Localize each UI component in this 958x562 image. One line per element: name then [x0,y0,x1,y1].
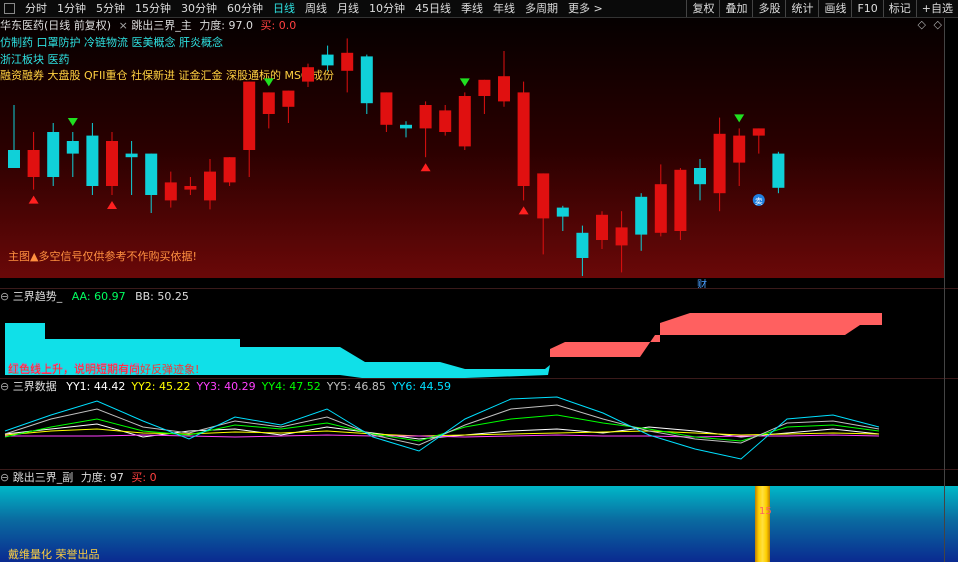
data-panel[interactable]: ⊖ 三界数据 YY1: 44.42 YY2: 45.22 YY3: 40.29 YY4… [0,379,944,469]
candle-body [713,133,726,194]
toolbar-button[interactable]: 标记 [882,0,916,17]
candle-body [674,169,687,231]
toolbar-right-buttons: 复权 叠加 多股 统计 画线 F10 标记 +自选 [686,0,958,17]
candle-body [184,186,197,190]
candle-body [517,92,530,186]
candle-body [125,153,138,158]
candle-body [321,54,334,66]
timeframe-tab[interactable]: 多周期 [520,0,563,17]
toolbar-button[interactable]: 画线 [818,0,851,17]
candle-body [86,135,99,186]
signal-bar [755,486,770,562]
toolbar-button[interactable]: +自选 [915,0,958,17]
sub-panel[interactable]: ⊖ 跳出三界_副 力度: 97 买: 0 15 戴维量化 荣誉出品 [0,470,958,562]
timeframe-tab[interactable]: 日线 [268,0,300,17]
timeframe-tab[interactable]: 10分钟 [364,0,410,17]
timeframe-tab[interactable]: 1分钟 [52,0,91,17]
candle-body [596,214,608,240]
candle-body [556,207,569,217]
candle-body [360,56,373,104]
timeframe-tab[interactable]: 45日线 [410,0,456,17]
candle-body [47,132,60,177]
candle-body [458,96,471,147]
candle-body [262,92,275,114]
period-toolbar: 分时 1分钟 5分钟 15分钟 30分钟 60分钟 日线 周线 月线 10分钟 45日线 季线 年线 多周… [0,0,958,18]
candle-body [694,168,706,185]
footer-credit: 戴维量化 荣誉出品 [8,548,100,561]
timeframe-tab[interactable]: 年线 [488,0,520,17]
timeframe-tab[interactable]: 30分钟 [176,0,222,17]
bullish-band [550,313,882,357]
timeframe-tab[interactable]: 月线 [332,0,364,17]
candle-body [439,110,452,132]
candle-body [498,76,510,102]
candle-body [282,90,295,107]
sell-badge-label: 卖 [755,197,763,206]
trend-note-red: 红色线上升，说明短期有向好反弹迹象! [8,363,200,376]
sell-signal-triangle [67,118,78,126]
sub-sell-value: 0 [149,471,157,484]
candle-body [145,153,158,195]
toolbar-button[interactable]: 多股 [752,0,785,17]
sell-signal-triangle [459,78,470,87]
panel-toggle-icon[interactable] [4,3,15,14]
sub-minus-icon[interactable]: ⊖ [0,471,9,484]
buy-signal-triangle [28,195,39,204]
timeframe-tab[interactable]: 分时 [20,0,52,17]
candle-body [8,150,20,168]
timeframe-tab[interactable]: 季线 [456,0,488,17]
candle-body [576,232,589,258]
toolbar-button[interactable]: F10 [851,0,882,17]
buy-signal-triangle [518,206,529,215]
candle-body [400,124,412,129]
sell-signal-triangle [263,78,274,87]
sell-signal-triangle [734,114,745,123]
candle-body [223,157,236,183]
toolbar-button[interactable]: 统计 [785,0,818,17]
candle-body [302,67,314,82]
candle-body [733,135,746,163]
buy-signal-triangle [107,201,117,209]
candle-body [772,153,785,188]
candle-body [106,141,118,186]
timeframe-tab[interactable]: 60分钟 [222,0,268,17]
timeframe-tab[interactable]: 5分钟 [91,0,130,17]
candle-body [635,196,648,235]
timeframe-tab[interactable]: 周线 [300,0,332,17]
sub-title[interactable]: 跳出三界_副 [13,471,74,484]
timeframe-tab[interactable]: 15分钟 [130,0,176,17]
candle-body [341,52,354,71]
yy-line [4,396,880,460]
candle-body [27,150,40,177]
candle-body [164,182,177,201]
candle-body [615,227,628,246]
data-lines-chart [4,396,880,460]
right-price-axis [944,18,958,562]
toolbar-button[interactable]: 叠加 [719,0,752,17]
timeframe-list: 分时 1分钟 5分钟 15分钟 30分钟 60分钟 日线 周线 月线 10分钟 45日线 季线 年线 多周… [20,0,608,17]
buy-signal-triangle [420,163,431,172]
toolbar-button[interactable]: 复权 [686,0,719,17]
candle-body [654,184,667,233]
candle-body [537,173,550,219]
sub-gradient-area [0,486,958,562]
candlestick-chart[interactable]: 卖 [0,18,944,278]
candle-body [478,79,491,96]
sub-sell-label: 买: [131,471,147,484]
candle-body [380,92,393,125]
candle-body [419,105,432,129]
candle-body [204,171,216,201]
main-chart-panel[interactable]: 华东医药(日线 前复权) × 跳出三界_主 力度: 97.0 买: 0.0 仿制… [0,18,944,278]
sub-title-line: ⊖ 跳出三界_副 力度: 97 买: 0 [0,470,157,485]
candle-body [243,81,256,150]
timeframe-tab[interactable]: 更多 > [563,0,608,17]
candle-body [66,141,79,154]
trend-panel[interactable]: ⊖ 三界趋势_ AA: 60.97 BB: 50.25 绿色线上升，说明短期向好… [0,289,944,379]
sub-power: 力度: 97 [80,471,124,484]
signal-bar-value: 15 [759,506,772,517]
candle-body [752,128,765,136]
